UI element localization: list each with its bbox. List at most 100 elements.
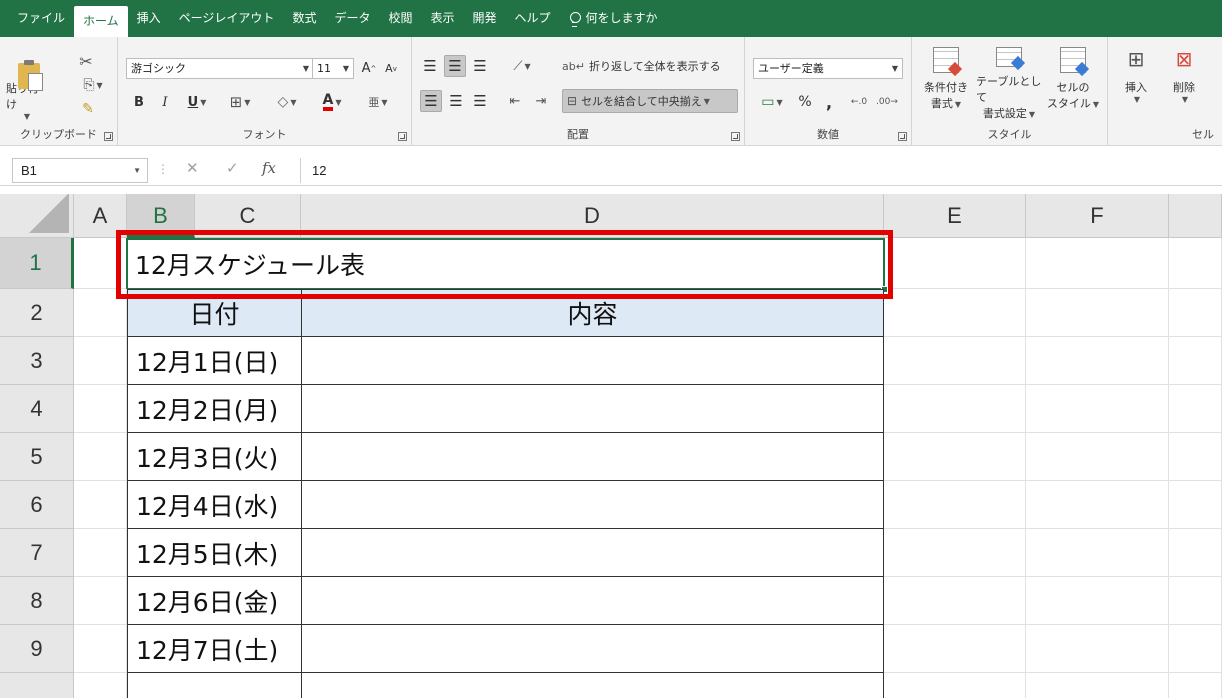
cell-f5[interactable]	[1026, 433, 1169, 481]
cell-f7[interactable]	[1026, 529, 1169, 577]
tab-data[interactable]: データ	[325, 0, 379, 37]
column-header-g[interactable]	[1169, 194, 1222, 238]
fill-color-icon[interactable]: ◇ ▼	[266, 91, 308, 113]
number-launcher-icon[interactable]	[898, 132, 907, 141]
formula-input[interactable]: 12	[300, 158, 1220, 183]
row-header-10[interactable]	[0, 673, 74, 698]
cell-styles-button[interactable]: セルの スタイル ▼	[1042, 47, 1104, 121]
row-header-4[interactable]: 4	[0, 385, 74, 433]
cancel-icon[interactable]: ✕	[186, 159, 199, 177]
borders-icon[interactable]: ⊞ ▼	[220, 91, 260, 113]
date-cell-6[interactable]: 12月4日(水)	[127, 481, 302, 529]
date-cell-4[interactable]: 12月2日(月)	[127, 385, 302, 433]
cell-g3[interactable]	[1169, 337, 1222, 385]
row-header-1[interactable]: 1	[0, 238, 74, 289]
conditional-formatting-button[interactable]: 条件付き 書式 ▼	[916, 47, 976, 121]
cell-e10[interactable]	[884, 673, 1026, 698]
align-center-icon[interactable]: ☰	[446, 90, 466, 112]
cell-e1[interactable]	[884, 238, 1026, 289]
align-top-icon[interactable]: ☰	[420, 55, 440, 77]
cell-a4[interactable]	[74, 385, 127, 433]
date-cell-10[interactable]	[127, 673, 302, 698]
cut-icon[interactable]: ✂	[74, 51, 98, 71]
cell-a8[interactable]	[74, 577, 127, 625]
insert-function-icon[interactable]: fx	[262, 159, 276, 177]
orientation-icon[interactable]: ⟋ ▼	[504, 55, 540, 77]
shrink-font-button[interactable]: Av	[382, 59, 400, 78]
content-cell-4[interactable]	[301, 385, 884, 433]
wrap-text-button[interactable]: ab↵ 折り返して全体を表示する	[562, 55, 732, 77]
cell-a6[interactable]	[74, 481, 127, 529]
row-header-8[interactable]: 8	[0, 577, 74, 625]
font-launcher-icon[interactable]	[398, 132, 407, 141]
paste-button[interactable]: 貼り付け ▼	[6, 47, 46, 121]
header-date-cell[interactable]: 日付	[127, 289, 302, 337]
font-size-select[interactable]: 11 ▼	[312, 58, 354, 79]
column-header-b[interactable]: B	[127, 194, 195, 238]
cell-a9[interactable]	[74, 625, 127, 673]
cell-g4[interactable]	[1169, 385, 1222, 433]
percent-style-button[interactable]: %	[795, 91, 815, 113]
align-right-icon[interactable]: ☰	[470, 90, 490, 112]
date-cell-9[interactable]: 12月7日(土)	[127, 625, 302, 673]
format-painter-icon[interactable]: ✎	[76, 99, 100, 119]
cell-f4[interactable]	[1026, 385, 1169, 433]
tab-formulas[interactable]: 数式	[283, 0, 325, 37]
cell-g2[interactable]	[1169, 289, 1222, 337]
column-header-a[interactable]: A	[74, 194, 127, 238]
accounting-format-icon[interactable]: ▭ ▼	[753, 91, 791, 113]
tab-developer[interactable]: 開発	[464, 0, 506, 37]
column-header-d[interactable]: D	[301, 194, 884, 238]
cell-e5[interactable]	[884, 433, 1026, 481]
cell-f1[interactable]	[1026, 238, 1169, 289]
cell-f9[interactable]	[1026, 625, 1169, 673]
cell-f2[interactable]	[1026, 289, 1169, 337]
cell-g9[interactable]	[1169, 625, 1222, 673]
date-cell-3[interactable]: 12月1日(日)	[127, 337, 302, 385]
cell-a1[interactable]	[74, 238, 127, 289]
increase-indent-icon[interactable]: ⇥	[530, 90, 552, 112]
row-header-9[interactable]: 9	[0, 625, 74, 673]
tab-page-layout[interactable]: ページレイアウト	[170, 0, 284, 37]
underline-button[interactable]: U ▼	[180, 91, 214, 113]
content-cell-8[interactable]	[301, 577, 884, 625]
font-color-button[interactable]: A ▼	[312, 91, 352, 113]
enter-check-icon[interactable]: ✓	[226, 159, 239, 177]
merge-center-button[interactable]: ⊟ セルを結合して中央揃え ▼	[562, 89, 738, 113]
date-cell-8[interactable]: 12月6日(金)	[127, 577, 302, 625]
increase-decimal-icon[interactable]: ←.0	[847, 91, 871, 113]
cell-a3[interactable]	[74, 337, 127, 385]
clipboard-launcher-icon[interactable]	[104, 132, 113, 141]
comma-style-button[interactable]: ,	[819, 91, 839, 113]
cell-f6[interactable]	[1026, 481, 1169, 529]
select-all-button[interactable]	[0, 194, 74, 238]
cell-g10[interactable]	[1169, 673, 1222, 698]
alignment-launcher-icon[interactable]	[731, 132, 740, 141]
cell-e6[interactable]	[884, 481, 1026, 529]
tab-view[interactable]: 表示	[421, 0, 463, 37]
cell-g8[interactable]	[1169, 577, 1222, 625]
column-header-e[interactable]: E	[884, 194, 1026, 238]
cell-g5[interactable]	[1169, 433, 1222, 481]
grow-font-button[interactable]: A ^	[360, 59, 378, 78]
column-header-c[interactable]: C	[195, 194, 301, 238]
cell-e2[interactable]	[884, 289, 1026, 337]
tab-help[interactable]: ヘルプ	[506, 0, 560, 37]
decrease-decimal-icon[interactable]: .00→	[875, 91, 899, 113]
cell-f3[interactable]	[1026, 337, 1169, 385]
tab-insert[interactable]: 挿入	[128, 0, 170, 37]
format-as-table-button[interactable]: テーブルとして 書式設定 ▼	[976, 47, 1042, 121]
cell-e7[interactable]	[884, 529, 1026, 577]
cell-a7[interactable]	[74, 529, 127, 577]
copy-icon[interactable]: ⎘ ▼	[74, 75, 112, 95]
cell-a10[interactable]	[74, 673, 127, 698]
name-box[interactable]: B1 ▼	[12, 158, 148, 183]
cell-a5[interactable]	[74, 433, 127, 481]
align-bottom-icon[interactable]: ☰	[470, 55, 490, 77]
align-left-icon[interactable]: ☰	[420, 90, 442, 112]
row-header-2[interactable]: 2	[0, 289, 74, 337]
content-cell-6[interactable]	[301, 481, 884, 529]
row-header-5[interactable]: 5	[0, 433, 74, 481]
phonetic-icon[interactable]: 亜 ▼	[358, 91, 398, 113]
tell-me-search[interactable]: 何をしますか	[560, 0, 667, 37]
